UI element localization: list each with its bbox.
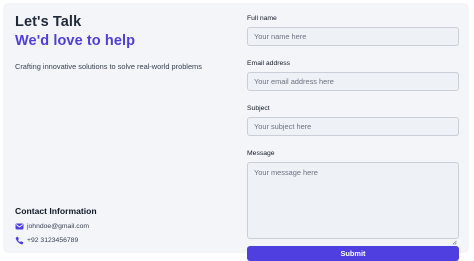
subject-field-group: Subject [247, 105, 459, 136]
contact-title: Contact Information [15, 206, 97, 216]
contact-email-row[interactable]: johndoe@gmail.com [15, 221, 230, 231]
page-subtitle: We'd love to help [15, 33, 136, 49]
contact-card: Let's Talk We'd love to help Crafting in… [3, 3, 469, 261]
mail-icon [15, 222, 24, 231]
name-input[interactable] [247, 27, 459, 46]
name-label: Full name [247, 15, 277, 22]
subject-label: Subject [247, 105, 270, 112]
contact-phone-row[interactable]: +92 3123456789 [15, 235, 230, 245]
tagline: Crafting innovative solutions to solve r… [15, 62, 202, 71]
intro-section: Let's Talk We'd love to help Crafting in… [15, 14, 230, 249]
email-label: Email address [247, 60, 291, 67]
message-wrapper [247, 162, 459, 245]
submit-button[interactable]: Submit [247, 246, 459, 261]
contact-email: johndoe@gmail.com [27, 222, 90, 230]
phone-icon [15, 236, 24, 245]
email-field-group: Email address [247, 60, 459, 91]
resize-handle-icon[interactable] [452, 232, 457, 245]
subject-input[interactable] [247, 117, 459, 136]
name-field-group: Full name [247, 15, 459, 46]
contact-form: Full name Email address Subject Message … [247, 15, 459, 261]
message-label: Message [247, 150, 275, 157]
message-field-group: Message [247, 150, 459, 245]
email-input[interactable] [247, 72, 459, 91]
contact-phone: +92 3123456789 [27, 236, 79, 244]
contact-information: Contact Information johndoe@gmail.com +9… [15, 206, 230, 245]
message-textarea[interactable] [247, 162, 459, 239]
page-title: Let's Talk [15, 14, 82, 30]
